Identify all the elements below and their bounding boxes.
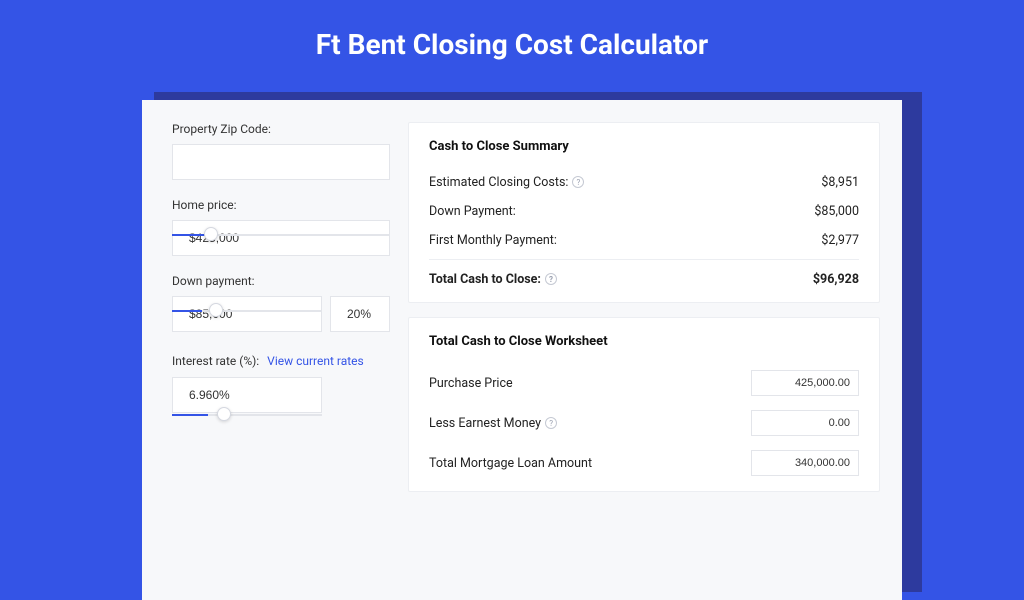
summary-row: Down Payment: $85,000: [429, 197, 859, 226]
summary-row-value: $85,000: [814, 204, 859, 219]
summary-row-value: $8,951: [821, 175, 859, 190]
zip-label: Property Zip Code:: [172, 122, 390, 136]
help-icon[interactable]: ?: [545, 417, 557, 429]
worksheet-value-input[interactable]: [751, 450, 859, 476]
interest-input[interactable]: [172, 377, 322, 413]
summary-panel: Cash to Close Summary Estimated Closing …: [408, 122, 880, 303]
down-payment-input[interactable]: [172, 296, 322, 332]
worksheet-panel: Total Cash to Close Worksheet Purchase P…: [408, 317, 880, 492]
calculator-card: Property Zip Code: Home price: Down paym…: [142, 100, 902, 600]
worksheet-row-label: Less Earnest Money?: [429, 416, 557, 431]
help-icon[interactable]: ?: [572, 176, 584, 188]
summary-row-label: Down Payment:: [429, 204, 516, 219]
worksheet-row-label: Total Mortgage Loan Amount: [429, 456, 592, 471]
interest-slider-thumb[interactable]: [217, 407, 231, 421]
results-panel: Cash to Close Summary Estimated Closing …: [408, 122, 880, 600]
interest-label: Interest rate (%):: [172, 354, 259, 368]
worksheet-heading: Total Cash to Close Worksheet: [429, 334, 859, 349]
home-price-label: Home price:: [172, 198, 390, 212]
worksheet-value-input[interactable]: [751, 370, 859, 396]
summary-row: First Monthly Payment: $2,977: [429, 226, 859, 255]
zip-group: Property Zip Code:: [172, 122, 390, 180]
worksheet-value-input[interactable]: [751, 410, 859, 436]
worksheet-row: Less Earnest Money?: [429, 403, 859, 443]
down-payment-group: Down payment:: [172, 274, 390, 332]
down-payment-pct-input[interactable]: [330, 296, 390, 332]
summary-row: Estimated Closing Costs:? $8,951: [429, 168, 859, 197]
worksheet-row: Total Mortgage Loan Amount: [429, 443, 859, 483]
summary-row-label: Estimated Closing Costs:?: [429, 175, 584, 190]
input-panel: Property Zip Code: Home price: Down paym…: [172, 122, 390, 600]
summary-row-label: First Monthly Payment:: [429, 233, 557, 248]
worksheet-row: Purchase Price: [429, 363, 859, 403]
home-price-slider-thumb[interactable]: [204, 227, 218, 241]
summary-heading: Cash to Close Summary: [429, 139, 859, 154]
home-price-group: Home price:: [172, 198, 390, 256]
summary-row-value: $2,977: [821, 233, 859, 248]
summary-total-value: $96,928: [813, 272, 859, 287]
down-payment-label: Down payment:: [172, 274, 390, 288]
down-payment-slider-thumb[interactable]: [209, 303, 223, 317]
view-rates-link[interactable]: View current rates: [267, 354, 364, 368]
summary-total-row: Total Cash to Close:? $96,928: [429, 259, 859, 294]
help-icon[interactable]: ?: [545, 273, 557, 285]
page-title: Ft Bent Closing Cost Calculator: [0, 0, 1024, 83]
interest-group: Interest rate (%): View current rates: [172, 350, 390, 413]
down-payment-slider-fill: [172, 310, 202, 312]
summary-total-label: Total Cash to Close:?: [429, 272, 557, 287]
interest-slider-fill: [172, 414, 208, 416]
worksheet-row-label: Purchase Price: [429, 376, 513, 391]
zip-input[interactable]: [172, 144, 390, 180]
